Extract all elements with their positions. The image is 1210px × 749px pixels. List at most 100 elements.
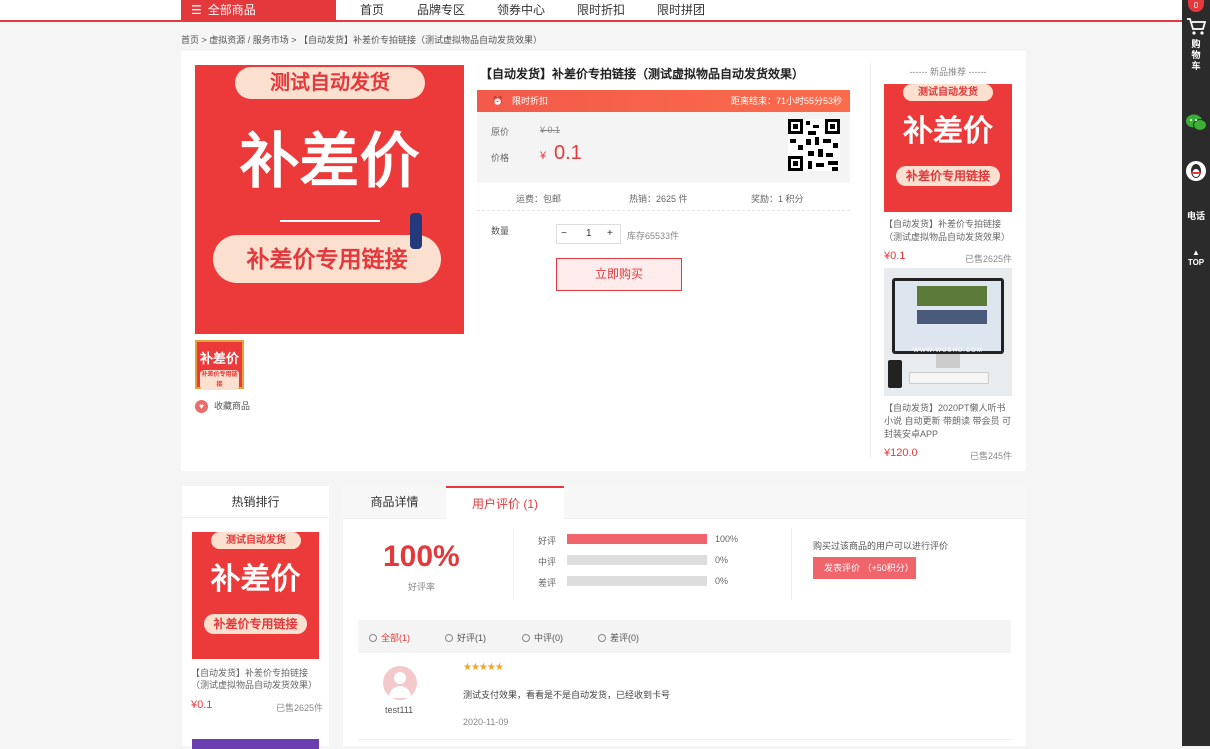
recommend-item-price-row: ¥0.1 已售2625件 bbox=[884, 248, 1012, 268]
avatar bbox=[383, 666, 417, 700]
review-username: test111 bbox=[385, 705, 414, 715]
menu-icon: ☰ bbox=[191, 3, 202, 17]
radio-icon bbox=[522, 634, 530, 642]
hot-item-image-2[interactable] bbox=[192, 739, 319, 749]
filter-neutral[interactable]: 中评(0) bbox=[522, 631, 563, 644]
buy-now-button[interactable]: 立即购买 bbox=[556, 258, 682, 291]
qr-code-image bbox=[788, 119, 840, 171]
product-main-image: 测试自动发货 补差价 补差价专用链接 bbox=[195, 65, 464, 334]
detail-tabs: 商品详情 用户评价 (1) bbox=[343, 486, 1026, 520]
cart-button[interactable]: 购 物 车 bbox=[1182, 16, 1210, 72]
quantity-label: 数量 bbox=[491, 226, 510, 236]
price-value: 0.1 bbox=[554, 142, 582, 164]
keyboard-icon bbox=[909, 372, 989, 384]
hot-item-image[interactable]: 测试自动发货 补差价 补差价专用链接 bbox=[192, 532, 319, 659]
heart-icon: ♥ bbox=[195, 400, 208, 414]
recommend-item-image-2[interactable]: WWW.WUSHU.COM bbox=[884, 268, 1012, 396]
radio-icon bbox=[445, 634, 453, 642]
recommend-title: ------ 新品推荐 ------ bbox=[909, 67, 987, 77]
recommend-item-price: ¥0.1 bbox=[884, 250, 906, 262]
hot-item-sold: 已售2625件 bbox=[276, 703, 324, 713]
review-filters: 全部(1) 好评(1) 中评(0) 差评(0) bbox=[358, 620, 1011, 653]
rating-bar-label: 中评 bbox=[538, 557, 557, 567]
rating-bar-label: 好评 bbox=[538, 536, 557, 546]
nav-item-coupons[interactable]: 领券中心 bbox=[497, 0, 545, 20]
phone-button[interactable]: 电话 bbox=[1182, 211, 1210, 222]
wechat-button[interactable] bbox=[1182, 113, 1210, 136]
filter-good[interactable]: 好评(1) bbox=[445, 631, 486, 644]
qq-icon bbox=[1186, 161, 1206, 181]
tab-user-reviews[interactable]: 用户评价 (1) bbox=[446, 486, 564, 520]
qty-decrease-button[interactable]: − bbox=[561, 228, 567, 239]
radio-icon bbox=[369, 634, 377, 642]
filter-all[interactable]: 全部(1) bbox=[369, 631, 410, 644]
price-label: 价格 bbox=[491, 153, 510, 163]
tab-product-detail[interactable]: 商品详情 bbox=[343, 486, 446, 519]
product-stats: 运费：包邮 热销：2625 件 奖励：1 积分 bbox=[477, 183, 850, 211]
rating-bar-negative: 差评 0% bbox=[538, 576, 728, 589]
rating-bar-percent: 0% bbox=[715, 576, 729, 586]
thumb-main-text: 补差价 bbox=[199, 351, 239, 366]
nav-item-group-buy[interactable]: 限时拼团 bbox=[657, 0, 705, 20]
nav-item-discount[interactable]: 限时折扣 bbox=[577, 0, 625, 20]
filter-negative[interactable]: 差评(0) bbox=[598, 631, 639, 644]
qty-increase-button[interactable]: + bbox=[607, 228, 613, 239]
hot-ranking-panel: 热销排行 测试自动发货 补差价 补差价专用链接 【自动发货】补差价专拍链接（测试… bbox=[182, 486, 329, 749]
nav-item-home[interactable]: 首页 bbox=[360, 0, 384, 20]
thumb-sub-text: 补差价专用链接 bbox=[200, 370, 239, 390]
shipping-info: 运费：包邮 bbox=[516, 194, 562, 204]
hot-image-sub: 补差价专用链接 bbox=[204, 614, 307, 634]
flash-sale-label: 限时折扣 bbox=[512, 96, 549, 106]
divider bbox=[513, 528, 514, 600]
rec-image-top: 测试自动发货 bbox=[903, 84, 993, 101]
price-currency: ¥ bbox=[540, 150, 547, 162]
monitor-stand bbox=[936, 354, 960, 368]
stock-info: 库存65533件 bbox=[627, 231, 680, 241]
alarm-clock-icon: ⏰ bbox=[492, 96, 504, 106]
hot-sales-info: 热销：2625 件 bbox=[629, 194, 688, 204]
column-divider bbox=[870, 63, 871, 458]
flash-sale-bar: ⏰ 限时折扣 距离结束：71小时55分53秒 bbox=[477, 90, 850, 112]
top-nav-bar: ☰ 全部商品 首页 品牌专区 领券中心 限时折扣 限时拼团 bbox=[0, 0, 1182, 22]
breadcrumb[interactable]: 首页 > 虚拟资源 / 服务市场 > 【自动发货】补差价专拍链接（测试虚拟物品自… bbox=[181, 33, 542, 46]
hot-item-name[interactable]: 【自动发货】补差价专拍链接（测试虚拟物品自动发货效果） bbox=[191, 667, 321, 691]
recommend-item-image[interactable]: 测试自动发货 补差价 补差价专用链接 bbox=[884, 84, 1012, 212]
original-price: ¥ 0.1 bbox=[540, 125, 561, 135]
recommend-item-name[interactable]: 【自动发货】补差价专拍链接（测试虚拟物品自动发货效果） bbox=[884, 218, 1012, 244]
rating-bar-track bbox=[567, 555, 707, 565]
price-box: 原价 ¥ 0.1 价格 ¥ 0.1 bbox=[477, 112, 850, 183]
product-thumbnail[interactable]: 补差价 补差价专用链接 bbox=[195, 340, 244, 390]
product-panel: 测试自动发货 补差价 补差价专用链接 补差价 补差价专用链接 ♥ 收藏商品 【自动… bbox=[181, 51, 1026, 471]
divider bbox=[791, 528, 792, 600]
write-review-button[interactable]: 发表评价 （+50积分） bbox=[813, 557, 916, 579]
phone-icon bbox=[888, 360, 902, 388]
right-sidebar: 0 购 物 车 电话 ▲ TOP bbox=[1182, 0, 1210, 746]
rating-bar-percent: 100% bbox=[715, 534, 739, 544]
rating-bar-neutral: 中评 0% bbox=[538, 555, 728, 568]
cart-label: 购 物 车 bbox=[1191, 39, 1201, 71]
rating-bar-good: 好评 100% bbox=[538, 534, 738, 547]
rec-image-main: 补差价 bbox=[903, 115, 993, 148]
recommend-item-price-2: ¥120.0 bbox=[884, 447, 918, 459]
nav-item-brand[interactable]: 品牌专区 bbox=[417, 0, 465, 20]
qq-button[interactable] bbox=[1182, 160, 1210, 185]
cart-icon bbox=[1187, 18, 1207, 35]
back-to-top-button[interactable]: ▲ TOP bbox=[1182, 249, 1210, 268]
recommend-item-name-2[interactable]: 【自动发货】2020PT懒人听书小说 自动更新 带朗读 带会员 可封装安卓APP bbox=[884, 402, 1012, 441]
hot-item-price: ¥0.1 bbox=[191, 699, 213, 711]
image-top-badge: 测试自动发货 bbox=[235, 67, 425, 99]
hot-ranking-title: 热销排行 bbox=[182, 486, 329, 518]
hot-image-main: 补差价 bbox=[210, 563, 301, 596]
person-figure bbox=[410, 213, 422, 249]
rec-image-sub: 补差价专用链接 bbox=[896, 166, 1000, 186]
arrow-up-icon: ▲ bbox=[1192, 248, 1200, 257]
favorite-button[interactable]: ♥ 收藏商品 bbox=[195, 399, 250, 414]
image-main-text: 补差价 bbox=[239, 128, 420, 195]
positive-rate: 100% bbox=[383, 540, 460, 573]
review-divider bbox=[358, 739, 1011, 740]
rating-bar-fill bbox=[567, 534, 707, 544]
all-categories-button[interactable]: ☰ 全部商品 bbox=[181, 0, 336, 22]
countdown-timer: 距离结束：71小时55分53秒 bbox=[730, 96, 842, 106]
qty-input[interactable]: 1 bbox=[586, 228, 592, 239]
radio-icon bbox=[598, 634, 606, 642]
